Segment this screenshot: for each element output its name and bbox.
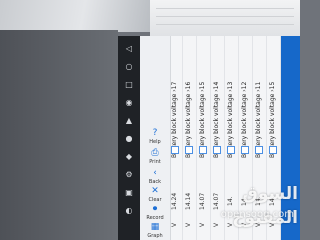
- tool-help-button[interactable]: ? Help: [143, 128, 167, 146]
- chevron-icon: ‹: [153, 168, 157, 178]
- table-surface: [0, 30, 118, 240]
- item-name: Battery block voltage ›15: [199, 81, 206, 158]
- recent-apps-icon[interactable]: □: [124, 80, 134, 90]
- tool-graph-button[interactable]: ▦ Graph: [143, 222, 167, 240]
- app-icon[interactable]: ◐: [124, 206, 134, 216]
- row-checkbox[interactable]: [255, 146, 263, 154]
- item-name: Battery block voltage ›14: [213, 81, 220, 158]
- camera-icon[interactable]: ◉: [124, 98, 134, 108]
- row-checkbox[interactable]: [185, 146, 193, 154]
- item-name: Battery block voltage ›12: [241, 81, 248, 158]
- document-line: [156, 8, 294, 9]
- system-bar: ◁ ○ □ ◉ ▲ ● ◆ ⚙ ▣ ◐: [118, 36, 140, 240]
- watermark-arabic: السوق المفتوح: [232, 184, 298, 228]
- app-icon[interactable]: ◆: [124, 152, 134, 162]
- tool-clear-button[interactable]: ✕ Clear: [143, 186, 167, 204]
- tool-back-button[interactable]: ‹ Back: [143, 168, 167, 186]
- tool-label: Record: [146, 215, 164, 221]
- tool-label: Back: [148, 179, 162, 185]
- row-checkbox[interactable]: [213, 146, 221, 154]
- help-icon: ?: [152, 128, 158, 138]
- print-icon: ⎙: [151, 148, 159, 158]
- row-checkbox[interactable]: [171, 146, 179, 154]
- graph-icon: ▦: [150, 222, 160, 232]
- item-value: 14.24: [171, 192, 178, 210]
- item-name: Battery block voltage ›13: [227, 81, 234, 158]
- app-icon[interactable]: ●: [124, 134, 134, 144]
- document-line: [156, 16, 294, 17]
- item-name: Battery block voltage ›16: [185, 81, 192, 158]
- item-unit: V: [171, 222, 178, 228]
- clear-icon: ✕: [151, 186, 159, 196]
- row-checkbox[interactable]: [199, 146, 207, 154]
- watermark-latin: opensooq.com: [220, 209, 294, 220]
- back-nav-icon[interactable]: ◁: [124, 44, 134, 54]
- tool-label: Graph: [147, 233, 163, 239]
- item-name: Battery block voltage ›11: [255, 81, 262, 158]
- watermark: السوق المفتوح opensooq.com: [188, 182, 298, 232]
- document-line: [156, 24, 294, 25]
- tool-label: Print: [149, 159, 161, 165]
- settings-icon[interactable]: ⚙: [124, 170, 134, 180]
- item-name: Battery block voltage ›15: [269, 81, 276, 158]
- home-nav-icon[interactable]: ○: [124, 62, 134, 72]
- app-icon[interactable]: ▲: [124, 116, 134, 126]
- tool-label: Clear: [148, 197, 162, 203]
- tool-record-button[interactable]: ⏺ Record: [143, 204, 167, 222]
- row-checkbox[interactable]: [269, 146, 277, 154]
- tool-print-button[interactable]: ⎙ Print: [143, 148, 167, 166]
- row-checkbox[interactable]: [241, 146, 249, 154]
- row-checkbox[interactable]: [227, 146, 235, 154]
- list-item[interactable]: Battery block voltage ›17 14.24 V: [167, 36, 183, 240]
- background-paper: [0, 0, 150, 32]
- item-name: Battery block voltage ›17: [171, 81, 178, 158]
- screenshot-icon[interactable]: ▣: [124, 188, 134, 198]
- background-document: [150, 0, 300, 36]
- tool-label: Help: [149, 139, 161, 145]
- record-icon: ⏺: [152, 204, 158, 214]
